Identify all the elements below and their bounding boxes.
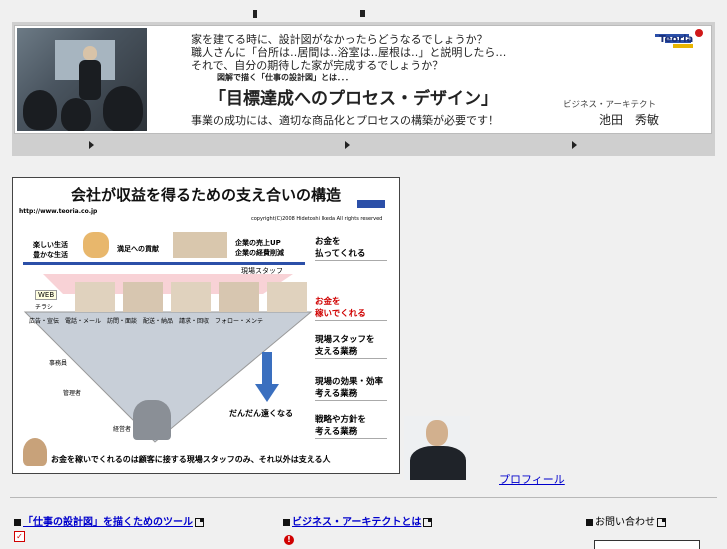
label-company: 企業の売上UP 企業の経費削減 <box>235 239 284 257</box>
banner-role: ビジネス・アーキテクト <box>563 100 656 110</box>
executive-label: 経営者 <box>113 426 132 433</box>
section-divider <box>10 497 717 498</box>
seminar-photo <box>17 28 147 131</box>
section-architect-link[interactable]: ビジネス・アーキテクトとは <box>292 517 421 528</box>
diagram-title: 会社が収益を得るための支え合いの構造 <box>70 186 341 204</box>
external-link-icon <box>195 517 204 527</box>
section-contact[interactable]: お問い合わせ <box>586 513 666 528</box>
square-bullet-icon <box>14 518 21 526</box>
top-marker-right <box>360 10 365 17</box>
nav-arrow-1[interactable] <box>89 141 94 149</box>
farther-label: だんだん遠くなる <box>229 409 293 418</box>
diagram-logo <box>357 200 385 208</box>
nav-arrow-2[interactable] <box>345 141 350 149</box>
diagram-url: http://www.teoria.co.jp <box>19 208 98 215</box>
nav-arrow-3[interactable] <box>572 141 577 149</box>
external-link-icon <box>423 517 433 527</box>
author-portrait <box>404 416 470 480</box>
square-bullet-icon <box>586 518 593 526</box>
speaker-icon <box>23 438 47 466</box>
section-tools[interactable]: 「仕事の設計図」を描くためのツール <box>14 513 204 528</box>
right-box-pay: お金を 払ってくれる <box>315 236 387 261</box>
square-bullet-icon <box>283 518 290 526</box>
right-box-efficiency: 現場の効果・効率 考える業務 <box>315 376 387 401</box>
alert-icon: ! <box>284 535 294 545</box>
staff-row <box>75 282 307 314</box>
banner-title: 「目標達成へのプロセス・デザイン」 <box>209 89 498 109</box>
right-box-support: 現場スタッフを 支える業務 <box>315 334 387 359</box>
banner-line-3: それで、自分の期待した家が完成するでしょうか？ <box>191 59 444 72</box>
flyer-label: チラシ <box>35 304 53 311</box>
banner-author: 池田 秀敏 <box>599 113 660 127</box>
profile-link[interactable]: プロフィール <box>499 471 565 487</box>
right-box-strategy: 戦略や方針を 考える業務 <box>315 414 387 439</box>
banner-subtitle: 図解で描く「仕事の設計図」とは．．． <box>217 73 353 82</box>
label-contribution: 満足への貢献 <box>117 245 159 253</box>
executive-figure <box>133 400 171 440</box>
family-icon <box>83 232 109 258</box>
label-life: 楽しい生活 豊かな生活 <box>33 241 68 259</box>
task-labels: 広告・宣伝 電話・メール 訪問・面談 配送・納品 請求・回収 フォロー・メンテ <box>29 318 264 325</box>
svg-text:Teoria: Teoria <box>659 34 693 45</box>
section-tools-link[interactable]: 「仕事の設計図」を描くためのツール <box>23 517 193 528</box>
diagram-copyright: copyright(C)2008 Hidetoshi Ikeda All rig… <box>251 216 383 222</box>
office-label: 事務員 <box>49 360 68 367</box>
external-link-icon <box>657 517 666 527</box>
banner-tagline: 事業の成功には、適切な商品化とプロセスの構築が必要です！ <box>191 114 499 127</box>
checkbox-icon[interactable]: ✓ <box>14 531 25 542</box>
section-contact-label: お問い合わせ <box>595 517 655 528</box>
diagram-footer: お金を稼いでくれるのは顧客に接する現場スタッフのみ、それ以外は支える人 <box>51 455 331 464</box>
manager-label: 管理者 <box>63 390 82 397</box>
down-arrow-icon <box>255 352 279 402</box>
web-label: WEB <box>35 290 58 300</box>
teoria-logo: Teoria <box>655 28 709 50</box>
right-box-earn: お金を 稼いでくれる <box>315 296 387 321</box>
banner: 家を建てる時に、設計図がなかったらどうなるでしょうか？ 職人さんに「台所は‥居間… <box>14 25 712 134</box>
top-marker-left <box>253 10 257 18</box>
section-architect[interactable]: ビジネス・アーキテクトとは <box>283 513 433 528</box>
business-structure-diagram: 会社が収益を得るための支え合いの構造 http://www.teoria.co.… <box>12 177 400 474</box>
cashier-icon <box>173 232 227 258</box>
